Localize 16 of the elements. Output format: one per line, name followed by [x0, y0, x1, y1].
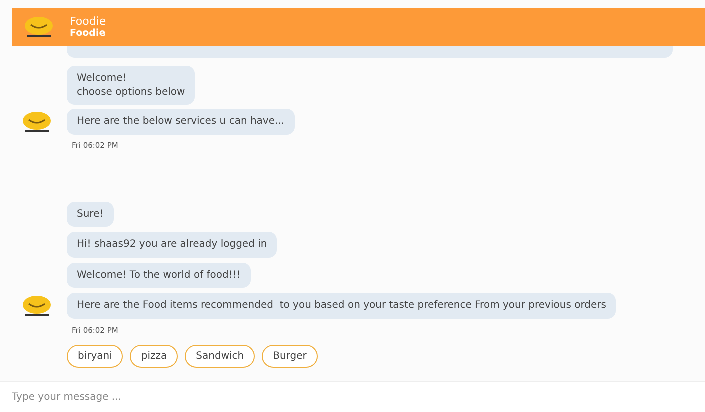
message-bubble: Here are the below services u can have... [67, 109, 295, 134]
smiley-icon [24, 16, 54, 38]
smiley-icon [22, 110, 52, 133]
message-bubble: Hi! shaas92 you are already logged in [67, 232, 278, 258]
option-chip[interactable]: Sandwich [185, 344, 256, 368]
message-bubble: Sure! [67, 202, 114, 227]
bot-name: Foodie [70, 15, 106, 28]
option-chip[interactable]: pizza [130, 344, 178, 368]
message-bubble: Welcome! choose options below [67, 66, 196, 105]
message-bubble: Welcome! To the world of food!!! [67, 262, 251, 288]
message-input[interactable]: Type your message ... [10, 390, 314, 404]
option-chip[interactable]: Burger [262, 344, 318, 368]
option-chip[interactable]: biryani [67, 344, 124, 368]
message-bubble: Here are the Food items recommended to you based on your taste preference From your previous orders [67, 293, 616, 318]
bot-subtitle: Foodie [70, 28, 106, 39]
smiley-icon [22, 294, 52, 317]
